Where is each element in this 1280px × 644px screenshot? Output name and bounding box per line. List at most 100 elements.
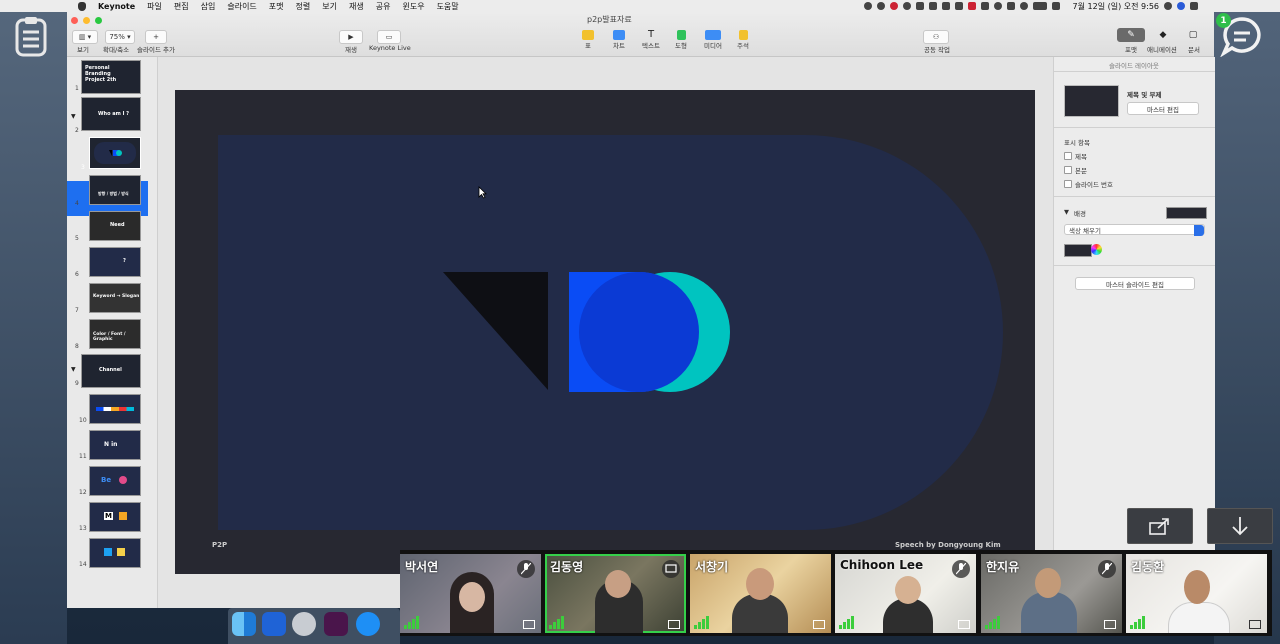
fill-type-select[interactable]: 색상 채우기 bbox=[1064, 224, 1205, 236]
slide-thumbnail-14[interactable] bbox=[89, 538, 141, 568]
fill-color-well[interactable] bbox=[1064, 244, 1092, 257]
menu-play[interactable]: 재생 bbox=[349, 1, 364, 12]
mic-muted-icon[interactable] bbox=[1098, 560, 1116, 578]
play-button[interactable]: ▶ bbox=[339, 30, 363, 44]
launchpad-rocket-icon[interactable] bbox=[292, 612, 316, 636]
menu-arrange[interactable]: 정렬 bbox=[296, 1, 311, 12]
animate-tab[interactable]: ◆ bbox=[1151, 28, 1175, 42]
slide-thumbnail-10[interactable] bbox=[89, 394, 141, 424]
battery-icon[interactable] bbox=[1032, 2, 1047, 10]
menu-slide[interactable]: 슬라이드 bbox=[227, 1, 256, 12]
insert-table-button[interactable]: 표 bbox=[578, 30, 598, 54]
edit-master-slide-button[interactable]: 마스터 슬라이드 편집 bbox=[1075, 277, 1195, 290]
menu-window[interactable]: 윈도우 bbox=[402, 1, 424, 12]
keyboard-input-icon[interactable] bbox=[1051, 2, 1060, 10]
finder-icon[interactable] bbox=[232, 612, 256, 636]
collapse-down-button[interactable] bbox=[1207, 508, 1273, 544]
participant-tile[interactable]: 서창기 bbox=[690, 554, 831, 633]
slide-thumbnail-5[interactable]: Need bbox=[89, 211, 141, 241]
menu-help[interactable]: 도움말 bbox=[437, 1, 459, 12]
menu-insert[interactable]: 삽입 bbox=[201, 1, 216, 12]
status-heart-icon[interactable] bbox=[915, 2, 924, 10]
status-app-icon[interactable] bbox=[863, 2, 872, 10]
slide-thumbnail-11[interactable]: N in bbox=[89, 430, 141, 460]
siri-icon[interactable] bbox=[1177, 2, 1185, 10]
view-button[interactable]: ▥ ▾ bbox=[72, 30, 98, 44]
clipboard-widget-icon[interactable] bbox=[14, 15, 48, 57]
slide-footer-left[interactable]: P2P bbox=[212, 541, 227, 549]
slide-number-checkbox[interactable] bbox=[1064, 180, 1072, 188]
edit-master-button[interactable]: 마스터 편집 bbox=[1127, 102, 1199, 115]
master-preview[interactable] bbox=[1064, 85, 1119, 117]
status-app-icon[interactable] bbox=[980, 2, 989, 10]
animate-tab-label: 애니메이션 bbox=[1147, 46, 1177, 54]
participant-tile[interactable]: 김동환 bbox=[1126, 554, 1267, 633]
slide-thumbnail-4[interactable]: 방향 / 방법 / 방식 bbox=[89, 175, 141, 205]
slide-thumbnail-3[interactable] bbox=[89, 137, 141, 169]
dropbox-icon[interactable] bbox=[262, 612, 286, 636]
insert-media-button[interactable]: 미디어 bbox=[701, 30, 725, 54]
participant-tile[interactable]: 박서연 bbox=[400, 554, 541, 633]
mic-muted-icon[interactable] bbox=[952, 560, 970, 578]
search-icon[interactable] bbox=[1164, 2, 1172, 10]
format-tab[interactable]: ✎ bbox=[1117, 28, 1145, 42]
keynote-live-button[interactable]: ▭ bbox=[377, 30, 401, 44]
status-app-icon[interactable] bbox=[967, 2, 976, 10]
slide-thumbnail-7[interactable]: Keyword → Slogan bbox=[89, 283, 141, 313]
insert-text-button[interactable]: T 텍스트 bbox=[640, 30, 662, 54]
title-checkbox[interactable] bbox=[1064, 152, 1072, 160]
body-checkbox[interactable] bbox=[1064, 166, 1072, 174]
menu-format[interactable]: 포맷 bbox=[269, 1, 284, 12]
slide-thumbnail-8[interactable]: Color / Font / Graphic bbox=[89, 319, 141, 349]
color-wheel-icon[interactable] bbox=[1091, 244, 1102, 255]
status-record-icon[interactable] bbox=[889, 2, 898, 10]
status-app-icon[interactable] bbox=[993, 2, 1002, 10]
menu-share[interactable]: 공유 bbox=[376, 1, 391, 12]
logo-graphic[interactable] bbox=[443, 270, 743, 395]
slide-thumbnail-6[interactable]: ? bbox=[89, 247, 141, 277]
mic-muted-icon[interactable] bbox=[517, 560, 535, 578]
slide-footer-right[interactable]: Speech by Dongyoung Kim bbox=[895, 541, 1001, 549]
slide-thumbnail-1[interactable]: Personal Branding Project 2th bbox=[81, 60, 141, 94]
slide-thumbnail-9[interactable]: Channel bbox=[81, 354, 141, 388]
background-color-swatch[interactable] bbox=[1166, 207, 1207, 219]
bluetooth-icon[interactable] bbox=[1006, 2, 1015, 10]
insert-chart-button[interactable]: 차트 bbox=[609, 30, 629, 54]
screen-share-icon[interactable] bbox=[662, 560, 680, 578]
menu-clock[interactable]: 7월 12일 (일) 오전 9:56 bbox=[1073, 1, 1159, 12]
add-slide-button[interactable]: + bbox=[145, 30, 167, 44]
apple-menu-icon[interactable] bbox=[78, 1, 86, 11]
slack-icon[interactable] bbox=[324, 612, 348, 636]
menu-file[interactable]: 파일 bbox=[147, 1, 162, 12]
disclosure-triangle-icon[interactable]: ▼ bbox=[71, 113, 76, 120]
disclosure-triangle-icon[interactable]: ▼ bbox=[1064, 208, 1069, 216]
collaborate-button[interactable]: ⚇ bbox=[923, 30, 949, 44]
status-app-icon[interactable] bbox=[941, 2, 950, 10]
wifi-icon[interactable] bbox=[1019, 2, 1028, 10]
status-app-icon[interactable] bbox=[928, 2, 937, 10]
slide-canvas[interactable]: P2P Speech by Dongyoung Kim bbox=[175, 90, 1035, 574]
participant-tile[interactable]: 한지유 bbox=[981, 554, 1122, 633]
menu-edit[interactable]: 편집 bbox=[174, 1, 189, 12]
insert-shape-button[interactable]: 도형 bbox=[671, 30, 691, 54]
app-store-icon[interactable] bbox=[356, 612, 380, 636]
disclosure-triangle-icon[interactable]: ▼ bbox=[71, 366, 76, 373]
participant-tile-active[interactable]: 김동영 bbox=[545, 554, 686, 633]
document-tab[interactable]: ▢ bbox=[1183, 28, 1203, 42]
notification-center-icon[interactable] bbox=[1190, 2, 1198, 10]
status-app-icon[interactable] bbox=[954, 2, 963, 10]
insert-comment-button[interactable]: 주석 bbox=[733, 30, 753, 54]
minimize-window-button[interactable] bbox=[83, 17, 90, 24]
share-out-button[interactable] bbox=[1127, 508, 1193, 544]
status-app-icon[interactable] bbox=[876, 2, 885, 10]
participant-tile[interactable]: Chihoon Lee bbox=[835, 554, 976, 633]
close-window-button[interactable] bbox=[71, 17, 78, 24]
menu-view[interactable]: 보기 bbox=[322, 1, 337, 12]
slide-thumbnail-12[interactable]: Be bbox=[89, 466, 141, 496]
slide-thumbnail-2[interactable]: Who am I ? bbox=[81, 97, 141, 131]
zoom-select[interactable]: 75% ▾ bbox=[105, 30, 135, 44]
menu-app-name[interactable]: Keynote bbox=[98, 2, 135, 11]
status-app-icon[interactable] bbox=[902, 2, 911, 10]
zoom-window-button[interactable] bbox=[95, 17, 102, 24]
slide-thumbnail-13[interactable]: M bbox=[89, 502, 141, 532]
